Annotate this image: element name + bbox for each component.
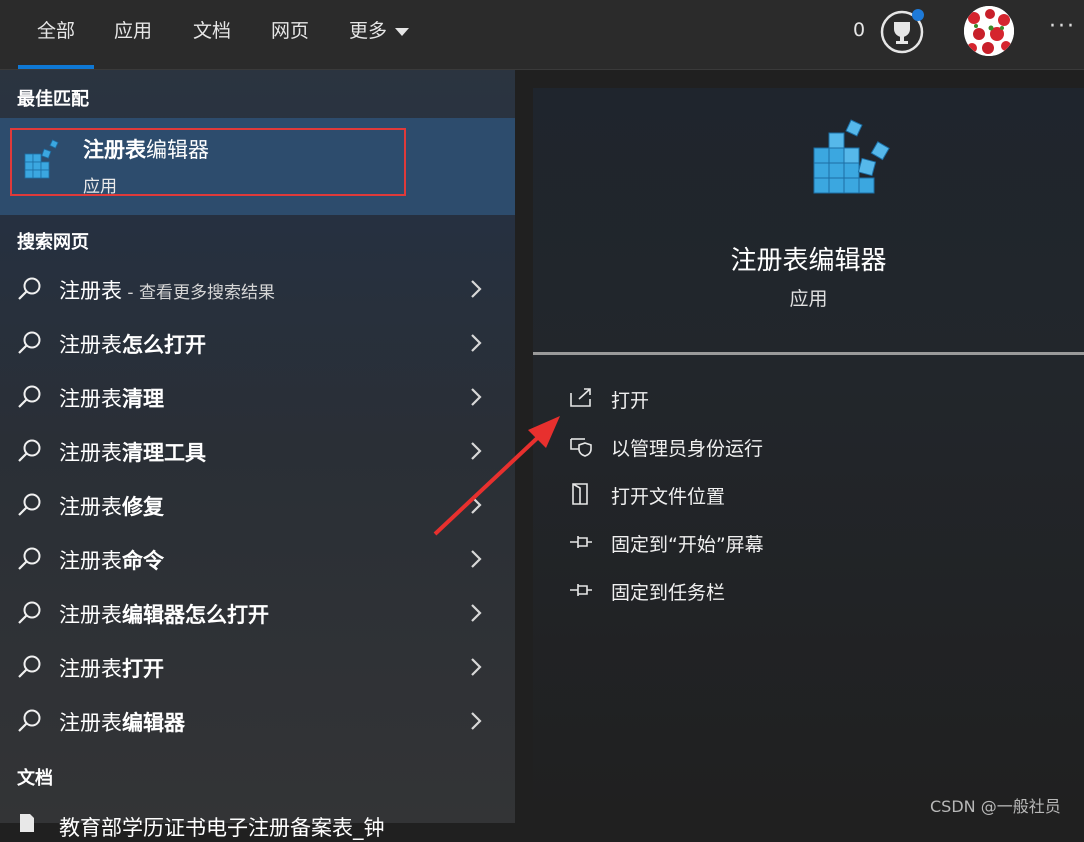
- pin-to-taskbar-action[interactable]: 固定到任务栏: [533, 570, 1084, 610]
- web-result-item[interactable]: 注册表编辑器: [0, 695, 515, 749]
- open-file-location-action[interactable]: 打开文件位置: [533, 474, 1084, 514]
- search-icon: [18, 277, 41, 300]
- chevron-right-icon: [471, 550, 482, 568]
- search-web-heading: 搜索网页: [17, 232, 89, 253]
- web-result-label: 注册表修复: [59, 491, 164, 521]
- trophy-icon[interactable]: [878, 8, 926, 56]
- tab-web[interactable]: 网页: [271, 0, 309, 69]
- search-header: 全部 应用 文档 网页 更多 0 ···: [0, 0, 1084, 70]
- document-item[interactable]: 教育部学历证书电子注册备案表_钟: [0, 805, 515, 840]
- web-result-prefix: 注册表: [59, 657, 122, 681]
- web-result-bold: 修复: [122, 495, 164, 519]
- open-label: 打开: [611, 390, 650, 412]
- search-icon: [18, 439, 41, 462]
- detail-pane: 注册表编辑器 应用 打开 以管理员身份运行 打开文件位置 固定到“开始”屏幕 固…: [533, 88, 1084, 823]
- open-action[interactable]: 打开: [533, 378, 1084, 418]
- document-label: 教育部学历证书电子注册备案表_钟: [59, 816, 385, 840]
- divider: [533, 352, 1084, 355]
- pin-to-start-label: 固定到“开始”屏幕: [611, 534, 764, 556]
- web-result-bold: 打开: [122, 657, 164, 681]
- search-icon: [18, 709, 41, 732]
- web-result-label: 注册表命令: [59, 545, 164, 575]
- web-result-label: 注册表编辑器怎么打开: [59, 599, 269, 629]
- chevron-right-icon: [471, 334, 482, 352]
- web-result-item[interactable]: 注册表编辑器怎么打开: [0, 587, 515, 641]
- web-result-bold: 清理工具: [122, 441, 206, 465]
- search-icon: [18, 655, 41, 678]
- watermark: CSDN @一般社员: [930, 797, 1061, 816]
- avatar[interactable]: [964, 6, 1014, 56]
- tab-all[interactable]: 全部: [18, 0, 94, 69]
- web-result-prefix: 注册表: [59, 711, 122, 735]
- best-match-title-bold: 注册表: [83, 138, 146, 162]
- chevron-right-icon: [471, 712, 482, 730]
- detail-title: 注册表编辑器: [730, 246, 887, 276]
- best-match-heading: 最佳匹配: [17, 89, 89, 110]
- web-result-label: 注册表 - 查看更多搜索结果: [59, 275, 275, 305]
- web-result-prefix: 注册表: [59, 549, 122, 573]
- run-as-admin-action[interactable]: 以管理员身份运行: [533, 426, 1084, 466]
- web-result-prefix: 注册表: [59, 333, 122, 357]
- chevron-right-icon: [471, 658, 482, 676]
- pin-to-start-action[interactable]: 固定到“开始”屏幕: [533, 522, 1084, 562]
- web-result-bold: 命令: [122, 549, 164, 573]
- web-result-item[interactable]: 注册表 - 查看更多搜索结果: [0, 263, 515, 317]
- web-result-bold: 清理: [122, 387, 164, 411]
- search-icon: [18, 493, 41, 516]
- open-icon: [570, 388, 591, 407]
- file-location-icon: [572, 483, 588, 505]
- web-result-prefix: 注册表: [59, 387, 122, 411]
- tab-apps[interactable]: 应用: [114, 0, 152, 69]
- tab-more[interactable]: 更多: [349, 0, 410, 69]
- pin-icon: [570, 584, 592, 596]
- web-result-item[interactable]: 注册表怎么打开: [0, 317, 515, 371]
- web-result-label: 注册表怎么打开: [59, 329, 206, 359]
- search-icon: [18, 385, 41, 408]
- detail-subtitle: 应用: [789, 288, 828, 310]
- best-match-title: 注册表编辑器: [83, 134, 209, 164]
- annotation-arrow-icon: [433, 416, 560, 536]
- more-options-button[interactable]: ···: [1049, 14, 1076, 39]
- document-icon: [20, 814, 34, 832]
- web-result-hint: - 查看更多搜索结果: [122, 283, 275, 303]
- pin-to-taskbar-label: 固定到任务栏: [611, 582, 726, 604]
- search-icon: [18, 331, 41, 354]
- registry-editor-large-icon: [813, 119, 890, 194]
- pin-icon: [570, 536, 592, 548]
- best-match-subtitle: 应用: [83, 177, 117, 197]
- rewards-points: 0: [853, 19, 866, 41]
- strawberry-avatar-icon: [964, 6, 1014, 56]
- run-as-admin-label: 以管理员身份运行: [611, 438, 764, 460]
- shield-icon: [570, 438, 592, 457]
- tab-more-label: 更多: [349, 20, 388, 42]
- open-file-location-label: 打开文件位置: [611, 486, 726, 508]
- web-result-prefix: 注册表: [59, 279, 122, 303]
- web-result-bold: 编辑器怎么打开: [122, 603, 269, 627]
- registry-editor-icon: [24, 139, 59, 179]
- web-result-prefix: 注册表: [59, 495, 122, 519]
- search-icon: [18, 547, 41, 570]
- best-match-title-rest: 编辑器: [146, 138, 209, 162]
- web-result-label: 注册表编辑器: [59, 707, 185, 737]
- web-result-prefix: 注册表: [59, 603, 122, 627]
- chevron-down-icon: [395, 27, 410, 36]
- documents-heading: 文档: [17, 768, 53, 789]
- web-result-prefix: 注册表: [59, 441, 122, 465]
- web-result-item[interactable]: 注册表打开: [0, 641, 515, 695]
- tab-docs[interactable]: 文档: [193, 0, 231, 69]
- web-result-label: 注册表清理: [59, 383, 164, 413]
- chevron-right-icon: [471, 604, 482, 622]
- best-match-item[interactable]: 注册表编辑器 应用: [0, 118, 515, 215]
- web-result-bold: 怎么打开: [122, 333, 206, 357]
- chevron-right-icon: [471, 280, 482, 298]
- web-result-label: 注册表清理工具: [59, 437, 206, 467]
- web-result-bold: 编辑器: [122, 711, 185, 735]
- web-result-label: 注册表打开: [59, 653, 164, 683]
- search-icon: [18, 601, 41, 624]
